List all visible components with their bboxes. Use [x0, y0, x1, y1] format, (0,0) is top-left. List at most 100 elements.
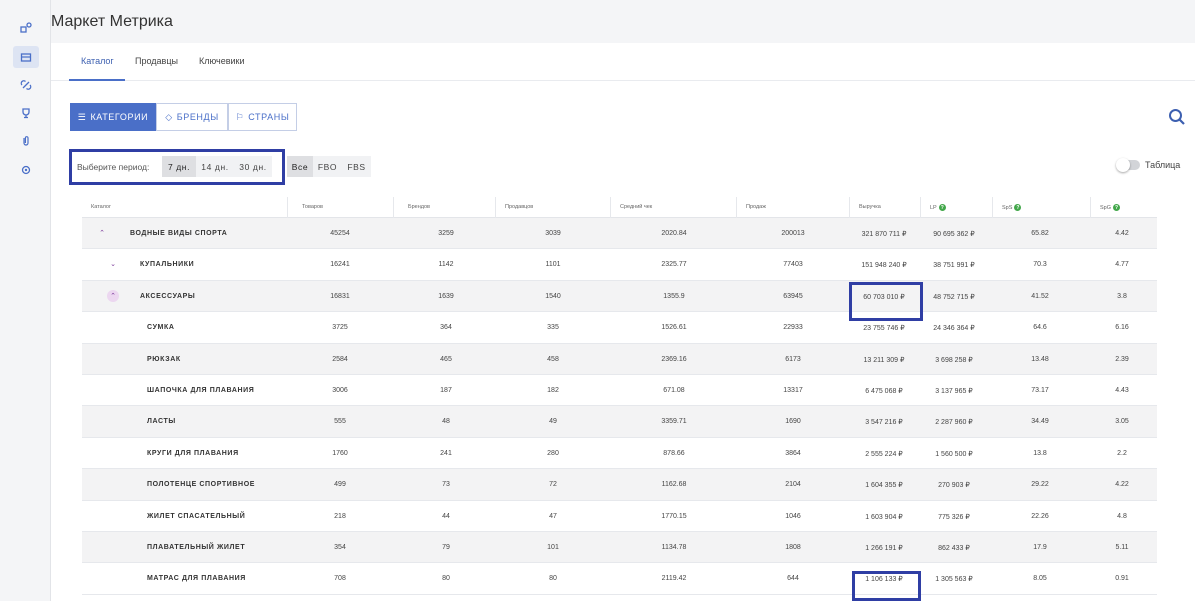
table-row[interactable]: ⌃ АКСЕССУАРЫ 16831 1639 1540 1355.9 63945 60 70…: [82, 280, 1157, 313]
category-name[interactable]: ПЛАВАТЕЛЬНЫЙ ЖИЛЕТ: [147, 544, 245, 551]
category-name[interactable]: ШАПОЧКА ДЛЯ ПЛАВАНИЯ: [147, 387, 254, 394]
cell-sellers: 3039: [545, 230, 561, 237]
table-row[interactable]: ПОЛОТЕНЦЕ СПОРТИВНОЕ 499 73 72 1162.68 2104 1 …: [82, 469, 1157, 501]
cell-lp: 2 287 960 ₽: [935, 419, 973, 427]
filter-all-button[interactable]: Все: [287, 156, 313, 177]
cell-sellers: 72: [549, 481, 557, 489]
header-spg-label: SpG: [1100, 204, 1112, 211]
category-name[interactable]: КУПАЛЬНИКИ: [140, 261, 194, 268]
header-revenue[interactable]: Выручка: [859, 204, 881, 210]
cell-spg: 0.91: [1115, 575, 1129, 583]
period-7-days-button[interactable]: 7 дн.: [162, 156, 196, 177]
table-row[interactable]: ⌄ КУПАЛЬНИКИ 16241 1142 1101 2325.77 77403 151 …: [82, 249, 1157, 281]
cell-lp: 1 560 500 ₽: [935, 450, 973, 458]
tab-catalog[interactable]: Каталог: [81, 56, 114, 66]
cell-products: 45254: [330, 230, 350, 237]
header-catalog[interactable]: Каталог: [91, 204, 111, 210]
header-spg[interactable]: SpG?: [1100, 204, 1121, 211]
category-name[interactable]: РЮКЗАК: [147, 356, 181, 363]
cell-lp: 1 305 563 ₽: [935, 576, 973, 584]
cell-sps: 41.52: [1031, 292, 1049, 300]
cell-products: 16241: [330, 261, 350, 269]
column-divider: [849, 197, 850, 218]
category-name[interactable]: КРУГИ ДЛЯ ПЛАВАНИЯ: [147, 450, 239, 457]
cell-sellers: 182: [547, 386, 559, 394]
cell-sales: 2104: [785, 481, 801, 489]
filter-fbs-button[interactable]: FBS: [342, 156, 371, 177]
help-icon[interactable]: ?: [1014, 204, 1022, 211]
header-lp[interactable]: LP?: [930, 204, 946, 211]
table-row[interactable]: СУМКА 3725 364 335 1526.61 22933 23 755 746 ₽ 2…: [82, 312, 1157, 344]
search-icon[interactable]: [1168, 108, 1186, 126]
table-row[interactable]: ⌃ ВОДНЫЕ ВИДЫ СПОРТА 45254 3259 3039 2020.84 2…: [82, 218, 1157, 250]
period-30-days-button[interactable]: 30 дн.: [234, 156, 272, 177]
category-name[interactable]: АКСЕССУАРЫ: [140, 293, 195, 300]
segment-countries[interactable]: ⚐ СТРАНЫ: [228, 103, 297, 131]
cell-revenue: 321 870 711 ₽: [861, 231, 907, 238]
cell-spg: 4.22: [1115, 481, 1129, 489]
cell-brands: 187: [440, 386, 452, 394]
cell-avg-check: 1162.68: [661, 481, 687, 489]
cell-spg: 3.05: [1115, 418, 1129, 426]
sidebar-settings-icon[interactable]: [13, 159, 39, 181]
help-icon[interactable]: ?: [1113, 204, 1121, 211]
category-name[interactable]: ВОДНЫЕ ВИДЫ СПОРТА: [130, 230, 227, 237]
table-row[interactable]: ПЛАВАТЕЛЬНЫЙ ЖИЛЕТ 354 79 101 1134.78 1808 1 2…: [82, 531, 1157, 564]
header-brands[interactable]: Брендов: [408, 204, 430, 210]
cell-avg-check: 2119.42: [661, 575, 687, 583]
cell-sales: 22933: [783, 324, 803, 332]
sidebar-attachment-icon[interactable]: [13, 130, 39, 152]
header-sps[interactable]: SpS?: [1002, 204, 1022, 211]
sidebar-store-icon[interactable]: [13, 46, 39, 68]
table-row[interactable]: РЮКЗАК 2584 465 458 2369.16 6173 13 211 309 ₽ 3…: [82, 343, 1157, 375]
cell-sellers: 1540: [545, 292, 561, 300]
table-row[interactable]: КРУГИ ДЛЯ ПЛАВАНИЯ 1760 241 280 878.66 3864 2 …: [82, 438, 1157, 470]
header-sellers[interactable]: Продавцов: [505, 204, 533, 210]
category-name[interactable]: ЛАСТЫ: [147, 418, 176, 425]
segment-categories[interactable]: ☰ КАТЕГОРИИ: [70, 103, 156, 131]
filter-fbo-button[interactable]: FBO: [313, 156, 342, 177]
cell-sps: 34.49: [1031, 418, 1049, 426]
header-avg-check[interactable]: Средний чек: [620, 204, 652, 210]
cell-lp: 90 695 362 ₽: [933, 231, 975, 238]
table-row[interactable]: ШАПОЧКА ДЛЯ ПЛАВАНИЯ 3006 187 182 671.08 1331…: [82, 375, 1157, 407]
cell-avg-check: 1770.15: [661, 512, 687, 520]
cell-brands: 48: [442, 418, 450, 426]
header-sales[interactable]: Продаж: [746, 204, 766, 210]
cell-brands: 1639: [438, 292, 454, 300]
cell-brands: 79: [442, 543, 450, 551]
sidebar-trophy-icon[interactable]: [13, 102, 39, 124]
cell-products: 3725: [332, 324, 348, 332]
chevron-up-icon[interactable]: ⌃: [96, 227, 108, 239]
table-row[interactable]: ЛАСТЫ 555 48 49 3359.71 1690 3 547 216 ₽ 2 287 …: [82, 406, 1157, 438]
column-divider: [287, 197, 288, 218]
list-icon: ☰: [77, 111, 87, 122]
header-products[interactable]: Товаров: [302, 204, 323, 210]
segment-brands[interactable]: ◇ БРЕНДЫ: [156, 103, 228, 131]
category-name[interactable]: МАТРАС ДЛЯ ПЛАВАНИЯ: [147, 575, 246, 582]
sidebar-apps-icon[interactable]: [13, 17, 39, 39]
category-name[interactable]: СУМКА: [147, 324, 174, 331]
tab-keywords[interactable]: Ключевики: [199, 56, 245, 66]
category-name[interactable]: ЖИЛЕТ СПАСАТЕЛЬНЫЙ: [147, 513, 245, 520]
cell-revenue: 1 603 904 ₽: [865, 513, 903, 521]
chevron-up-icon[interactable]: ⌃: [107, 289, 119, 302]
category-name[interactable]: ПОЛОТЕНЦЕ СПОРТИВНОЕ: [147, 481, 255, 488]
sidebar-link-icon[interactable]: [13, 74, 39, 96]
table-toggle-knob[interactable]: [1116, 158, 1130, 172]
cell-sps: 73.17: [1031, 386, 1049, 394]
help-icon[interactable]: ?: [938, 204, 946, 211]
period-14-days-button[interactable]: 14 дн.: [196, 156, 234, 177]
cell-revenue: 23 755 746 ₽: [863, 325, 905, 333]
cell-avg-check: 671.08: [663, 386, 685, 394]
table-row[interactable]: ЖИЛЕТ СПАСАТЕЛЬНЫЙ 218 44 47 1770.15 1046 1 60…: [82, 501, 1157, 532]
catalog-table: Каталог Товаров Брендов Продавцов Средни…: [82, 196, 1157, 595]
column-divider: [393, 197, 394, 218]
cell-sps: 65.82: [1031, 230, 1049, 237]
table-row[interactable]: МАТРАС ДЛЯ ПЛАВАНИЯ 708 80 80 2119.42 644 1 10…: [82, 563, 1157, 595]
cell-sellers: 1101: [545, 261, 561, 269]
chevron-down-icon[interactable]: ⌄: [107, 258, 119, 270]
cell-sales: 1046: [785, 512, 801, 520]
cell-revenue: 2 555 224 ₽: [865, 450, 903, 458]
tab-sellers[interactable]: Продавцы: [135, 56, 178, 66]
